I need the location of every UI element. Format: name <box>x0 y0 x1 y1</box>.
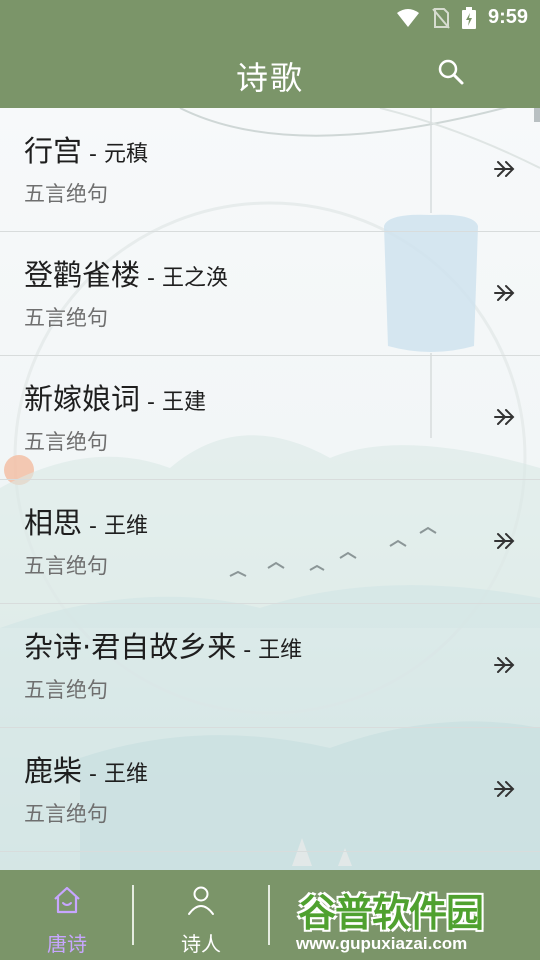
arrow-right-icon[interactable] <box>492 778 518 800</box>
poem-row[interactable]: 登鹳雀楼 - 王之涣 五言绝句 <box>0 232 540 356</box>
tab-divider <box>268 885 270 945</box>
poem-author: 王维 <box>258 638 303 663</box>
poem-row[interactable]: 鹿柴 - 王维 五言绝句 <box>0 728 540 852</box>
poem-row[interactable]: 相思 - 王维 五言绝句 <box>0 480 540 604</box>
person-icon <box>188 886 214 915</box>
poem-author: 王建 <box>161 390 206 415</box>
poem-type: 五言绝句 <box>24 678 108 702</box>
poem-author: 王维 <box>103 762 148 787</box>
poem-type: 五言绝句 <box>24 430 108 454</box>
arrow-right-icon[interactable] <box>492 530 518 552</box>
poem-row[interactable]: 新嫁娘词 - 王建 五言绝句 <box>0 356 540 480</box>
poem-title: 登鹳雀楼 <box>24 258 141 292</box>
bottom-nav: 唐诗 诗人 <box>0 870 540 960</box>
search-icon[interactable] <box>437 58 465 86</box>
wifi-icon <box>396 8 419 27</box>
poem-type: 五言绝句 <box>24 182 108 206</box>
poem-title: 鹿柴 <box>24 754 83 788</box>
poem-author: 王之涣 <box>161 266 228 291</box>
poem-list-area[interactable]: 行宫 - 元稹 五言绝句 登鹳雀楼 - 王之涣 五言绝句 新嫁娘词 - 王建 五… <box>0 108 540 870</box>
no-sim-icon <box>432 7 450 29</box>
arrow-right-icon[interactable] <box>492 282 518 304</box>
poem-title: 相思 <box>24 506 83 540</box>
poem-row[interactable]: 杂诗·君自故乡来 - 王维 五言绝句 <box>0 604 540 728</box>
poem-type: 五言绝句 <box>24 802 108 826</box>
poem-author: 王维 <box>103 514 148 539</box>
poem-title: 行宫 <box>24 134 83 168</box>
poem-title: 新嫁娘词 <box>24 382 141 416</box>
poem-list: 行宫 - 元稹 五言绝句 登鹳雀楼 - 王之涣 五言绝句 新嫁娘词 - 王建 五… <box>0 108 540 852</box>
poem-type: 五言绝句 <box>24 554 108 578</box>
arrow-right-icon[interactable] <box>492 406 518 428</box>
arrow-right-icon[interactable] <box>492 158 518 180</box>
tab-label: 唐诗 <box>47 932 87 956</box>
scrollbar-thumb[interactable] <box>534 108 540 122</box>
status-bar: 9:59 <box>0 0 540 36</box>
tab-label: 诗人 <box>181 932 221 956</box>
battery-charging-icon <box>461 6 476 29</box>
app-bar: 诗歌 <box>0 36 540 108</box>
poem-author: 元稹 <box>103 142 148 167</box>
poem-type: 五言绝句 <box>24 306 108 330</box>
tab-tang-poems[interactable]: 唐诗 <box>0 870 134 960</box>
tab-poets[interactable]: 诗人 <box>134 870 268 960</box>
poem-title: 杂诗·君自故乡来 <box>24 630 237 664</box>
arrow-right-icon[interactable] <box>492 654 518 676</box>
status-time: 9:59 <box>487 6 528 28</box>
home-icon <box>54 886 80 914</box>
poem-row[interactable]: 行宫 - 元稹 五言绝句 <box>0 108 540 232</box>
